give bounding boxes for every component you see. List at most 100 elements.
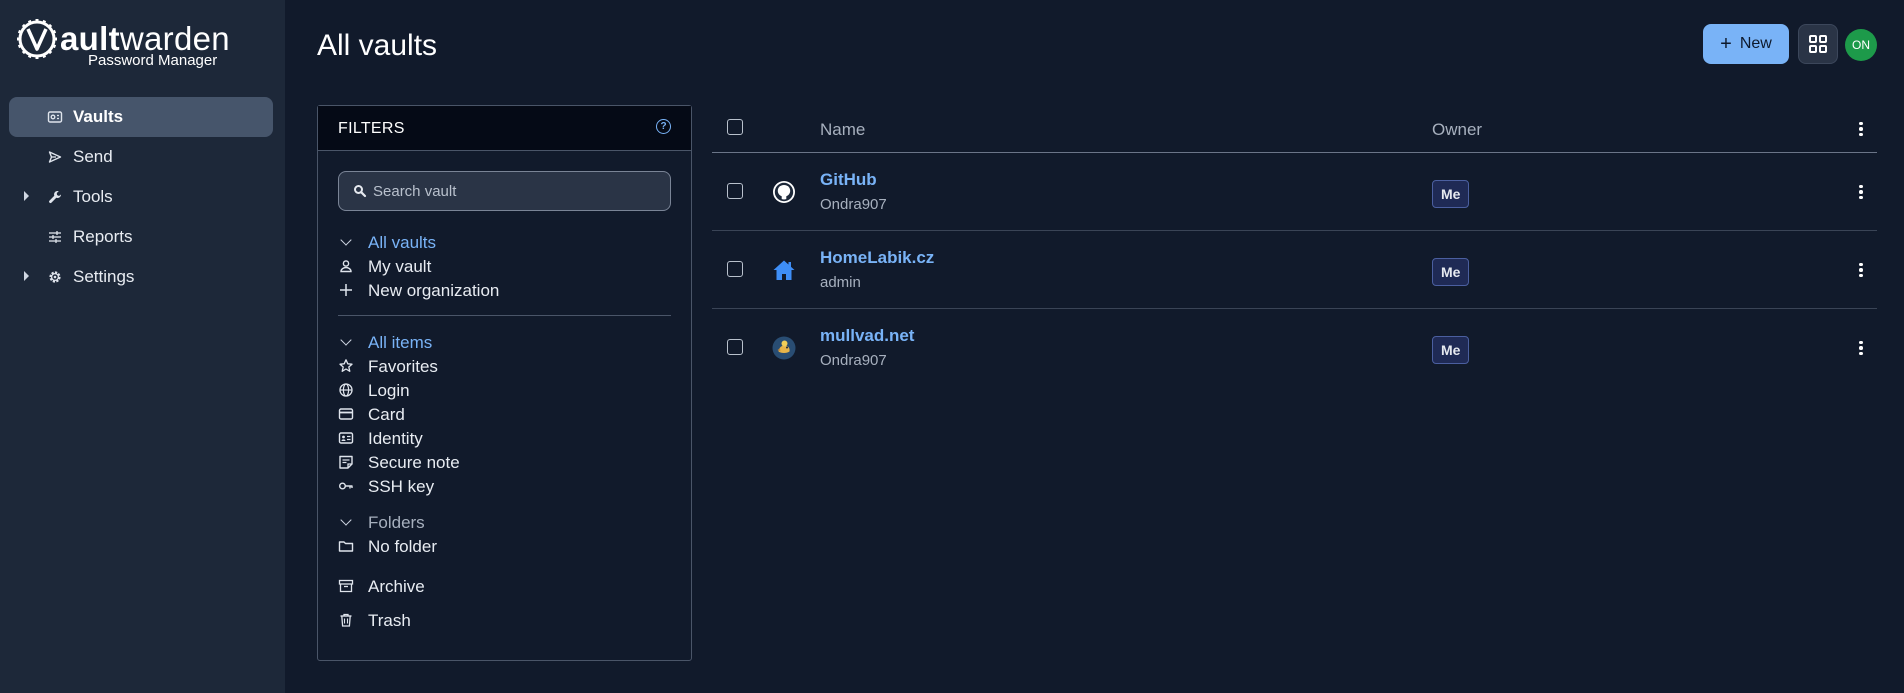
chevron-down-icon[interactable]: [340, 334, 352, 346]
filter-label: Archive: [368, 577, 425, 596]
plus-icon: +: [1720, 33, 1732, 55]
new-button-label: New: [1739, 35, 1772, 52]
table-row[interactable]: GitHub Ondra907 Me: [712, 153, 1877, 231]
filters-panel: FILTERS ? All vaults My vault New organi…: [317, 105, 692, 661]
github-icon: [773, 181, 795, 203]
logo-subtitle: Password Manager: [88, 52, 218, 69]
filter-all-items[interactable]: All items: [338, 330, 671, 354]
search-icon: [354, 185, 367, 198]
key-icon: [339, 482, 353, 490]
sidebar-item-label: Reports: [73, 227, 133, 246]
row-checkbox[interactable]: [727, 261, 743, 277]
expand-caret-icon[interactable]: [24, 271, 29, 281]
row-options-menu-button[interactable]: [1853, 338, 1869, 358]
user-avatar[interactable]: ON: [1845, 29, 1877, 61]
filter-favorites[interactable]: Favorites: [338, 354, 671, 378]
filter-label: New organization: [368, 281, 500, 300]
filter-label: Login: [368, 381, 410, 400]
sidebar-item-label: Tools: [73, 187, 113, 206]
row-options-menu-button[interactable]: [1853, 260, 1869, 280]
sliders-icon: [49, 231, 61, 243]
filter-trash[interactable]: Trash: [338, 608, 671, 632]
filter-identity[interactable]: Identity: [338, 426, 671, 450]
item-username: Ondra907: [820, 196, 887, 213]
filter-label: Trash: [368, 611, 411, 630]
note-icon: [339, 455, 353, 469]
sidebar-item-label: Settings: [73, 267, 135, 286]
filter-label: All items: [368, 333, 433, 352]
vault-filter-list: All vaults My vault New organization: [338, 230, 671, 302]
filters-title: FILTERS: [338, 120, 405, 137]
owner-badge: Me: [1432, 180, 1470, 208]
filter-folders-header[interactable]: Folders: [338, 510, 671, 534]
help-icon[interactable]: ?: [656, 119, 671, 134]
vault-items-table: Name Owner GitHub Ondra907 Me HomeLabik.…: [712, 105, 1877, 387]
filter-all-vaults[interactable]: All vaults: [338, 230, 671, 254]
trash-icon: [340, 613, 352, 627]
sidebar: aultwarden Password Manager Vaults Send …: [0, 0, 285, 693]
table-row[interactable]: HomeLabik.cz admin Me: [712, 231, 1877, 309]
item-name-link[interactable]: GitHub: [820, 170, 877, 190]
row-checkbox[interactable]: [727, 183, 743, 199]
row-checkbox[interactable]: [727, 339, 743, 355]
filter-ssh-key[interactable]: SSH key: [338, 474, 671, 498]
new-button[interactable]: + New: [1703, 24, 1789, 64]
sidebar-item-label: Send: [73, 147, 113, 166]
sidebar-item-settings[interactable]: Settings: [9, 257, 273, 297]
table-row[interactable]: mullvad.net Ondra907 Me: [712, 309, 1877, 387]
sidebar-nav: Vaults Send Tools Reports Settings: [9, 97, 273, 297]
folder-icon: [338, 541, 354, 552]
star-icon: [339, 359, 353, 372]
vault-icon: [47, 111, 63, 123]
select-all-checkbox[interactable]: [727, 119, 743, 135]
chevron-down-icon[interactable]: [340, 514, 352, 526]
table-options-menu-button[interactable]: [1853, 119, 1869, 139]
sidebar-item-tools[interactable]: Tools: [9, 177, 273, 217]
owner-badge: Me: [1432, 336, 1470, 364]
column-header-owner[interactable]: Owner: [1432, 120, 1482, 140]
row-options-menu-button[interactable]: [1853, 182, 1869, 202]
sidebar-item-vaults[interactable]: Vaults: [9, 97, 273, 137]
filter-label: Secure note: [368, 453, 460, 472]
filter-card[interactable]: Card: [338, 402, 671, 426]
filter-secure-note[interactable]: Secure note: [338, 450, 671, 474]
item-username: Ondra907: [820, 352, 887, 369]
send-icon: [48, 151, 62, 163]
wrench-icon: [49, 191, 62, 204]
filter-label: No folder: [368, 537, 437, 556]
expand-caret-icon[interactable]: [24, 191, 29, 201]
column-header-name[interactable]: Name: [820, 120, 865, 140]
filter-label: Identity: [368, 429, 423, 448]
filter-label: SSH key: [368, 477, 435, 496]
globe-icon: [339, 383, 353, 397]
sidebar-item-reports[interactable]: Reports: [9, 217, 273, 257]
search-input[interactable]: [373, 172, 663, 210]
product-switcher-button[interactable]: [1798, 24, 1838, 64]
vaultwarden-logo[interactable]: aultwarden Password Manager: [16, 18, 230, 70]
item-name-link[interactable]: mullvad.net: [820, 326, 914, 346]
filter-my-vault[interactable]: My vault: [338, 254, 671, 278]
page-title: All vaults: [317, 29, 438, 62]
filter-login[interactable]: Login: [338, 378, 671, 402]
credit-card-icon: [338, 408, 354, 420]
filter-label: All vaults: [368, 233, 437, 252]
vaultwarden-logo-icon: [17, 19, 57, 59]
filter-new-organization[interactable]: New organization: [338, 278, 671, 302]
filter-archive[interactable]: Archive: [338, 574, 671, 598]
filter-label: Favorites: [368, 357, 438, 376]
item-username: admin: [820, 274, 861, 291]
trash-filter: Trash: [338, 608, 671, 632]
gear-icon: [49, 271, 61, 283]
filter-label: My vault: [368, 257, 432, 276]
filter-no-folder[interactable]: No folder: [338, 534, 671, 558]
folder-filter-list: Folders No folder: [338, 510, 671, 558]
search-field[interactable]: [338, 171, 671, 211]
chevron-down-icon[interactable]: [340, 234, 352, 246]
sidebar-item-send[interactable]: Send: [9, 137, 273, 177]
filter-label: Folders: [368, 513, 425, 532]
home-icon: [773, 260, 795, 280]
filter-label: Card: [368, 405, 405, 424]
item-name-link[interactable]: HomeLabik.cz: [820, 248, 934, 268]
type-filter-list: All items Favorites Login Card Identity …: [338, 330, 671, 498]
owner-badge: Me: [1432, 258, 1470, 286]
